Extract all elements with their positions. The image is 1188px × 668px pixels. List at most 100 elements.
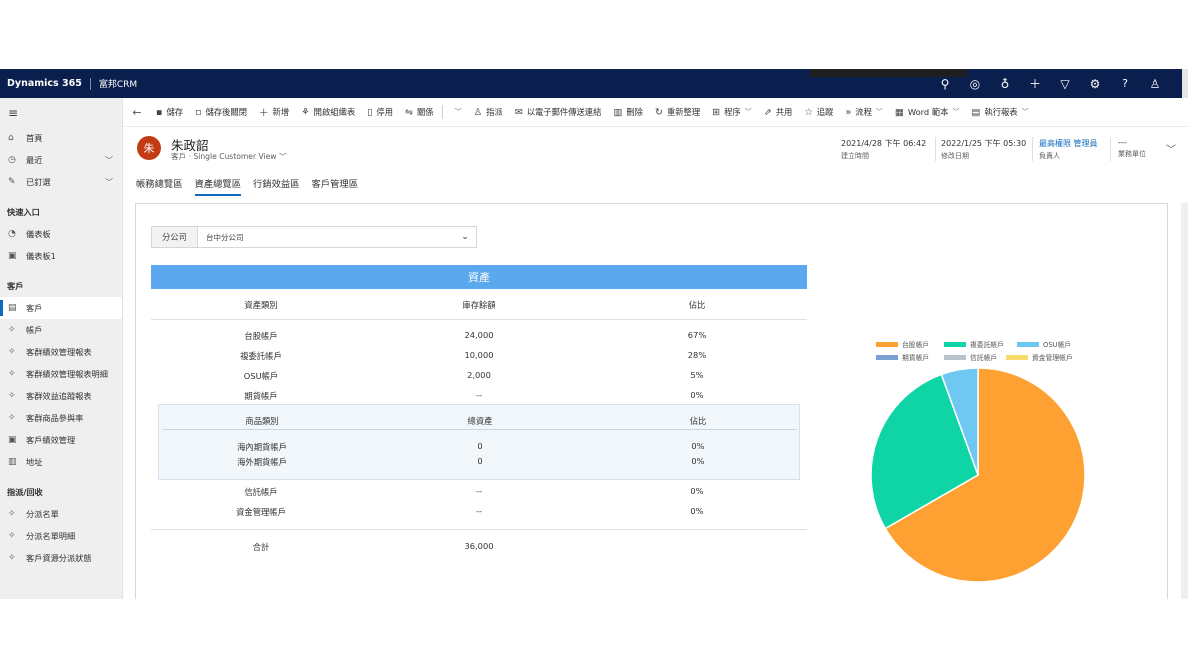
sidebar-item-assign-list[interactable]: ✧ 分派名單 [0,503,122,525]
sidebar-item-home[interactable]: ⌂ 首頁 [0,127,122,149]
legend-item[interactable]: 複委託帳戶 [944,339,1004,349]
sidebar-item-assign-detail[interactable]: ✧ 分派名單明細 [0,525,122,547]
refresh-button[interactable]: ↻ 重新整理 [649,98,706,127]
sidebar-item-performance[interactable]: ▣ 客戶績效管理 [0,429,122,451]
sidebar-item-segment-report[interactable]: ✧ 客群績效管理報表 [0,341,122,363]
tab-customer-management[interactable]: 客戶管理區 [312,176,359,196]
column-header: 商品類別 [245,416,279,426]
help-icon[interactable]: ? [1110,77,1140,90]
puzzle-icon: ✧ [8,325,16,335]
chevron-down-icon[interactable]: ⌄ [454,232,476,242]
sidebar-item-label: 分派名單 [26,509,59,519]
legend-label: 期貨帳戶 [902,354,930,362]
sidebar-item-dashboard1[interactable]: ▣ 儀表板1 [0,245,122,267]
chevron-down-icon[interactable]: ﹀ [105,155,113,166]
save-button[interactable]: ▪ 儲存 [150,98,189,127]
header-field-label: 建立時間 [841,152,869,160]
hamburger-icon[interactable]: ≡ [0,98,122,127]
form-selector[interactable]: Single Customer View [193,152,276,161]
sidebar-item-segment-tracking[interactable]: ✧ 客群效益追蹤報表 [0,385,122,407]
save-close-button[interactable]: ▫ 儲存後關閉 [189,98,253,127]
header-divider [1032,137,1033,161]
product-name: 海內期貨帳戶 [237,442,287,452]
chevron-down-icon[interactable]: ﹀ [279,152,287,161]
sidebar-item-assign-status[interactable]: ✧ 客戶資源分派狀態 [0,547,122,569]
sidebar-item-segment-report-detail[interactable]: ✧ 客群績效管理報表明細 [0,363,122,385]
app-name[interactable]: 富邦CRM [99,77,137,90]
branch-filter-label: 分公司 [152,227,198,247]
contact-card-icon: ▤ [8,303,17,313]
asset-percent: 5% [690,370,704,380]
total-row: 合計 36,000 [151,538,807,556]
brand-title[interactable]: Dynamics 365 [0,78,82,89]
legend-label: 複委託帳戶 [970,341,1004,349]
tab-asset-overview[interactable]: 資產總覽區 [194,176,241,196]
search-icon[interactable]: ⚲ [930,77,960,91]
legend-item[interactable]: 台股帳戶 [876,339,929,349]
share-button[interactable]: ⇗ 共用 [758,98,799,127]
email-link-button[interactable]: ✉ 以電子郵件傳送連結 [509,98,608,127]
asset-pie-chart [871,367,1086,583]
lightbulb-icon[interactable]: ♁ [990,77,1020,91]
header-field-modified: 2022/1/25 下午 05:30 修改日期 [941,138,1026,161]
save-icon: ▪ [156,106,163,118]
sidebar-item-pinned[interactable]: ✎ 已釘選 ﹀ [0,171,122,193]
sidebar-item-product-participation[interactable]: ✧ 客群商品參與率 [0,407,122,429]
word-template-label: Word 範本 [907,107,949,117]
asset-balance: -- [476,486,482,496]
new-button[interactable]: ＋新增 [253,98,295,127]
avatar: 朱 [137,136,161,160]
relations-label: 關係 [416,107,434,117]
process-button[interactable]: ⊞ 程序 ﹀ [706,98,758,127]
gear-icon[interactable]: ⚙ [1080,77,1110,91]
page-scrollbar[interactable] [1181,203,1188,599]
user-icon[interactable]: ♙ [1140,77,1170,91]
chevron-down-icon: ﹀ [952,108,960,116]
more-dropdown[interactable]: ﹀ [445,98,468,127]
plus-icon[interactable]: ＋ [1020,75,1050,92]
assign-button[interactable]: ♙ 指派 [468,98,509,127]
flow-button[interactable]: » 流程 ﹀ [839,98,888,127]
word-template-button[interactable]: ▦ Word 範本 ﹀ [889,98,966,127]
asset-balance: 10,000 [464,350,494,360]
filter-icon[interactable]: ▽ [1050,77,1080,91]
sidebar-item-label: 地址 [26,457,43,467]
header-field-label: 修改日期 [941,152,969,160]
target-icon[interactable]: ◎ [960,77,990,91]
branch-filter-value[interactable]: 台中分公司 [198,232,454,243]
open-org-chart-button[interactable]: ⚘ 開啟組織表 [295,98,361,127]
sidebar-item-dashboard[interactable]: ◔ 儀表板 [0,223,122,245]
follow-button[interactable]: ☆ 追蹤 [798,98,839,127]
relations-button[interactable]: ⇋ 關係 [399,98,440,127]
delete-button[interactable]: ▥ 刪除 [607,98,649,127]
tab-billing-overview[interactable]: 帳務總覽區 [136,176,183,196]
branch-filter[interactable]: 分公司 台中分公司 ⌄ [151,226,477,248]
flow-label: 流程 [855,107,872,117]
sidebar-item-address[interactable]: ▥ 地址 [0,451,122,473]
sidebar-item-recent[interactable]: ◷ 最近 ﹀ [0,149,122,171]
email-link-label: 以電子郵件傳送連結 [526,107,602,117]
tab-marketing[interactable]: 行銷效益區 [253,176,300,196]
legend-item[interactable]: 信託帳戶 [944,352,997,362]
owner-link[interactable]: 最高權限 管理員 [1039,138,1098,149]
product-total: 0 [477,456,483,466]
header-divider [1110,137,1111,161]
chevron-down-icon[interactable]: ﹀ [105,177,113,188]
total-value: 36,000 [464,541,494,551]
legend-item[interactable]: OSU帳戶 [1017,339,1071,349]
legend-item[interactable]: 資金管理帳戶 [1006,352,1073,362]
table-row: 台股帳戶 24,000 67% [151,327,807,345]
header-expand-icon[interactable]: ﹀ [1166,141,1176,156]
legend-item[interactable]: 期貨帳戶 [876,352,929,362]
sidebar-item-account[interactable]: ✧ 帳戶 [0,319,122,341]
legend-swatch [876,354,898,360]
run-report-button[interactable]: ▤ 執行報表 ﹀ [965,98,1034,127]
sidebar-item-label: 帳戶 [26,325,43,335]
chevron-down-icon: ﹀ [744,108,752,116]
deactivate-button[interactable]: ▯ 停用 [361,98,399,127]
back-icon[interactable]: ← [124,98,150,127]
sidebar-item-customer[interactable]: ▤ 客戶 [0,297,122,319]
report-icon: ▤ [971,106,981,118]
total-label: 合計 [252,542,270,552]
asset-percent: 0% [690,506,704,516]
